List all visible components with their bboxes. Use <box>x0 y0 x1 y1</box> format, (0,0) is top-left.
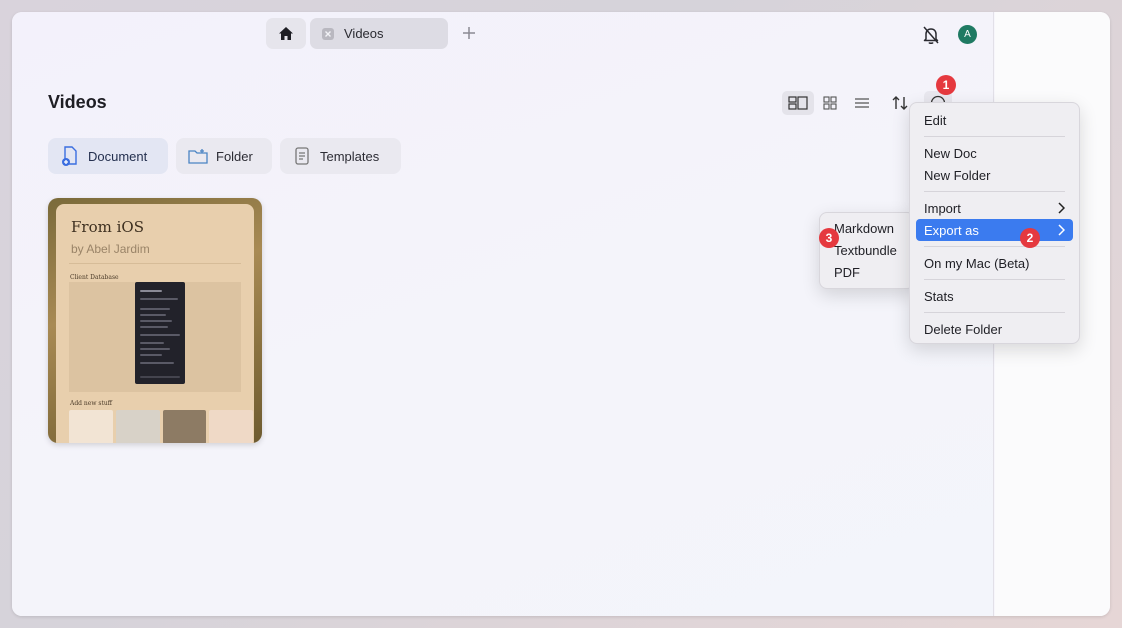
list-icon <box>855 98 869 108</box>
export-markdown-item[interactable]: Markdown <box>834 221 894 236</box>
menu-item-import[interactable]: Import <box>916 197 1073 219</box>
home-icon <box>279 27 293 40</box>
templates-button[interactable]: Templates <box>280 138 401 174</box>
card-section-heading-2: Add new stuff <box>70 400 112 407</box>
menu-separator <box>924 246 1065 247</box>
add-tab-button[interactable] <box>458 22 480 44</box>
export-textbundle-item[interactable]: Textbundle <box>834 243 897 258</box>
menu-item-label: Export as <box>924 222 979 238</box>
home-button[interactable] <box>266 18 306 49</box>
menu-separator <box>924 136 1065 137</box>
phone-mockup <box>135 282 185 384</box>
tab-videos[interactable]: Videos <box>310 18 448 49</box>
menu-separator <box>924 279 1065 280</box>
menu-item-label: On my Mac (Beta) <box>924 255 1030 271</box>
page-title: Videos <box>48 92 107 112</box>
folder-options-menu: Edit New Doc New Folder Import Export as… <box>909 102 1080 344</box>
cards-view-icon <box>788 96 808 110</box>
menu-item-label: New Folder <box>924 167 991 183</box>
chevron-right-icon <box>1058 202 1065 214</box>
menu-item-edit[interactable]: Edit <box>916 109 1073 131</box>
grid-icon <box>823 96 837 110</box>
templates-label: Templates <box>320 148 380 164</box>
menu-item-export-as[interactable]: Export as <box>916 219 1073 241</box>
card-thumbnails <box>69 410 253 443</box>
menu-item-stats[interactable]: Stats <box>916 285 1073 307</box>
menu-item-on-my-mac[interactable]: On my Mac (Beta) <box>916 252 1073 274</box>
template-icon <box>292 146 312 166</box>
bell-slash-icon <box>923 26 939 44</box>
step-badge-3: 3 <box>819 228 839 248</box>
tab-label: Videos <box>344 26 384 41</box>
notifications-button[interactable] <box>920 24 942 46</box>
card-screenshot-image <box>69 282 241 392</box>
card-divider <box>69 263 241 264</box>
view-list-button[interactable] <box>846 91 878 115</box>
view-mode-toggle <box>782 91 878 115</box>
export-pdf-item[interactable]: PDF <box>834 265 860 280</box>
menu-item-new-folder[interactable]: New Folder <box>916 164 1073 186</box>
card-preview: From iOS by Abel Jardim Client Database <box>56 204 254 443</box>
main-pane: Videos A Videos 1 Document Folder Templa… <box>12 12 994 616</box>
folder-label: Folder <box>216 148 253 164</box>
menu-item-delete-folder[interactable]: Delete Folder <box>916 318 1073 340</box>
document-card[interactable]: From iOS by Abel Jardim Client Database <box>48 198 262 443</box>
step-badge-2: 2 <box>1020 228 1040 248</box>
step-badge-1: 1 <box>936 75 956 95</box>
view-grid-button[interactable] <box>814 91 846 115</box>
menu-item-label: Delete Folder <box>924 321 1003 337</box>
card-title: From iOS <box>71 218 144 236</box>
menu-separator <box>924 191 1065 192</box>
view-cards-button[interactable] <box>782 91 814 115</box>
menu-item-label: Edit <box>924 112 947 128</box>
document-plus-icon <box>60 146 80 166</box>
card-author: by Abel Jardim <box>71 242 150 256</box>
chevron-right-icon <box>1058 224 1065 236</box>
folder-plus-icon <box>188 146 208 166</box>
menu-separator <box>924 312 1065 313</box>
menu-item-label: New Doc <box>924 145 977 161</box>
menu-item-new-doc[interactable]: New Doc <box>916 142 1073 164</box>
menu-item-label: Import <box>924 200 961 216</box>
close-icon[interactable] <box>322 27 334 40</box>
card-section-heading: Client Database <box>70 274 119 281</box>
plus-icon <box>463 27 475 39</box>
export-submenu: Markdown Textbundle PDF <box>819 212 915 289</box>
avatar[interactable]: A <box>958 25 977 44</box>
new-folder-button[interactable]: Folder <box>176 138 272 174</box>
sort-icon <box>892 96 908 110</box>
menu-item-label: Stats <box>924 288 954 304</box>
document-label: Document <box>88 148 148 164</box>
new-document-button[interactable]: Document <box>48 138 168 174</box>
